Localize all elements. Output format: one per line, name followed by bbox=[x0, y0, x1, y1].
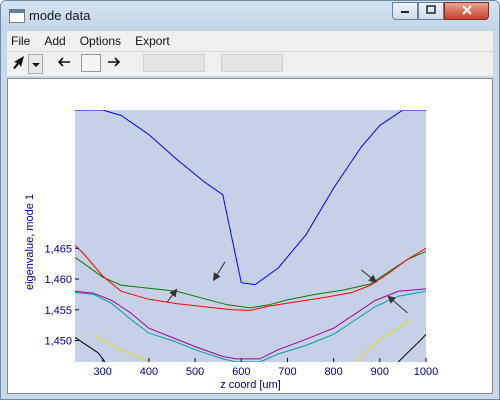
pointer-tool-button[interactable] bbox=[9, 54, 27, 74]
pointer-dropdown[interactable] bbox=[28, 54, 43, 74]
y-axis-label: eigenvalue, mode 1 bbox=[24, 194, 36, 290]
menu-file[interactable]: File bbox=[7, 34, 37, 48]
x-tick-label: 800 bbox=[324, 366, 342, 378]
maximize-icon bbox=[426, 5, 436, 17]
app-window: mode data File Add Options Export 300 40… bbox=[0, 0, 500, 400]
next-button[interactable] bbox=[105, 54, 123, 74]
x-tick-label: 300 bbox=[94, 366, 112, 378]
menu-bar: File Add Options Export bbox=[7, 31, 493, 52]
eigenvalue-chart[interactable]: 300 400 500 600 700 800 900 1000 1,450 1,455 1,460… bbox=[8, 79, 492, 393]
window-title: mode data bbox=[29, 8, 91, 23]
close-button[interactable] bbox=[444, 2, 489, 20]
plot-area: 300 400 500 600 700 800 900 1000 1,450 1,455 1,460… bbox=[7, 78, 493, 394]
arrow-right-icon bbox=[107, 55, 121, 73]
close-icon bbox=[461, 4, 473, 18]
x-tick-label: 900 bbox=[371, 366, 389, 378]
y-tick-label: 1,465 bbox=[44, 243, 72, 255]
app-icon bbox=[9, 9, 25, 23]
arrow-cursor-icon bbox=[10, 54, 26, 75]
x-tick-label: 600 bbox=[232, 366, 250, 378]
x-tick-label: 700 bbox=[278, 366, 296, 378]
menu-export[interactable]: Export bbox=[128, 34, 177, 48]
x-tick-label: 500 bbox=[186, 366, 204, 378]
arrow-left-icon bbox=[57, 55, 71, 73]
index-field[interactable] bbox=[81, 54, 101, 72]
minimize-button[interactable] bbox=[392, 2, 418, 20]
toolbar bbox=[7, 52, 493, 76]
title-bar[interactable]: mode data bbox=[1, 1, 499, 31]
x-axis-label: z coord [um] bbox=[220, 379, 281, 391]
y-tick-label: 1,450 bbox=[44, 335, 72, 347]
toolbar-field-2[interactable] bbox=[221, 54, 283, 72]
previous-button[interactable] bbox=[55, 54, 73, 74]
minimize-icon bbox=[400, 6, 410, 17]
menu-add[interactable]: Add bbox=[37, 34, 72, 48]
chevron-down-icon bbox=[31, 55, 40, 73]
maximize-button[interactable] bbox=[418, 2, 444, 20]
plot-background bbox=[75, 110, 426, 362]
y-tick-label: 1,460 bbox=[44, 274, 72, 286]
y-tick-label: 1,455 bbox=[44, 305, 72, 317]
toolbar-field-1[interactable] bbox=[143, 54, 205, 72]
x-tick-label: 1000 bbox=[414, 366, 438, 378]
x-tick-label: 400 bbox=[140, 366, 158, 378]
menu-options[interactable]: Options bbox=[73, 34, 128, 48]
